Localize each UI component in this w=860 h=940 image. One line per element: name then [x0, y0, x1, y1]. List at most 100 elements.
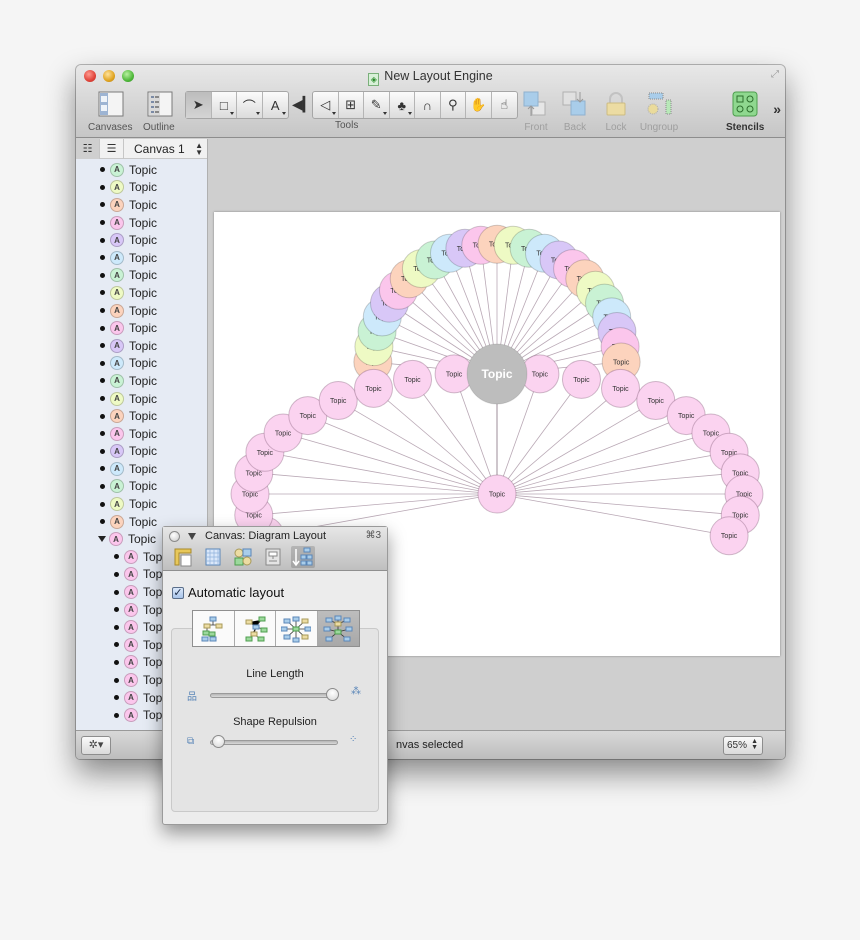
- layout-mode-force-directed[interactable]: [276, 611, 318, 646]
- topic-node[interactable]: Topic: [561, 359, 601, 399]
- bring-to-front-button[interactable]: Front: [521, 91, 551, 133]
- topic-node-label[interactable]: Topic: [257, 450, 274, 457]
- tab-layers[interactable]: [231, 546, 255, 568]
- text-shape-badge-icon: A: [124, 673, 138, 688]
- selection-arrow-tool-button[interactable]: ➤: [186, 92, 212, 118]
- topic-node[interactable]: Topic: [318, 381, 358, 421]
- hub-topic-label[interactable]: Topic: [489, 492, 506, 499]
- tab-canvas-type[interactable]: [261, 546, 285, 568]
- outline-row[interactable]: A Topic: [76, 196, 207, 214]
- text-shape-badge-icon: A: [110, 303, 124, 318]
- topic-node-label[interactable]: Topic: [300, 413, 317, 420]
- text-shape-badge-icon: A: [124, 708, 138, 723]
- magnet-tool-button[interactable]: ∩: [415, 92, 441, 118]
- tab-grid[interactable]: [201, 546, 225, 568]
- topic-node-label[interactable]: Topic: [648, 398, 665, 405]
- outline-row[interactable]: A Topic: [76, 284, 207, 302]
- topic-node-label[interactable]: Topic: [612, 386, 629, 393]
- hand-tool-tool-button[interactable]: ✋: [466, 92, 492, 118]
- selection-arrow-icon: ➤: [192, 97, 204, 112]
- inspector-close-button[interactable]: [169, 531, 180, 542]
- layout-mode-mixed[interactable]: [235, 611, 276, 646]
- text-tool-tool-button[interactable]: A: [263, 92, 289, 118]
- outline-row[interactable]: A Topic: [76, 460, 207, 478]
- tab-canvas-size[interactable]: [171, 546, 195, 568]
- browse-tool-tool-button[interactable]: ☝: [492, 92, 518, 118]
- topic-node-label[interactable]: Topic: [613, 360, 630, 367]
- topic-node[interactable]: Topic: [354, 368, 393, 408]
- outline-row[interactable]: A Topic: [76, 390, 207, 408]
- topic-node-label[interactable]: Topic: [404, 377, 421, 384]
- tools-label: Tools: [335, 120, 359, 131]
- topic-node-label[interactable]: Topic: [721, 533, 738, 540]
- layout-mode-hierarchical[interactable]: [193, 611, 235, 646]
- topic-node-label[interactable]: Topic: [678, 413, 695, 420]
- topic-node-label[interactable]: Topic: [446, 371, 463, 378]
- toolbar-overflow-button[interactable]: »: [773, 101, 781, 117]
- automatic-layout-checkbox[interactable]: ✓ Automatic layout: [172, 585, 284, 600]
- outline-row[interactable]: A Topic: [76, 478, 207, 496]
- outline-row[interactable]: A Topic: [76, 372, 207, 390]
- shape-repulsion-slider-knob[interactable]: [212, 735, 225, 748]
- outline-row[interactable]: A Topic: [76, 495, 207, 513]
- action-menu-button[interactable]: ✲▾: [81, 736, 111, 755]
- stencils-button[interactable]: Stencils: [726, 91, 764, 133]
- diagram-tool-tool-button[interactable]: ⊞: [339, 92, 364, 118]
- topic-node[interactable]: Topic: [601, 368, 640, 408]
- outline-row[interactable]: A Topic: [76, 214, 207, 232]
- style-brush-tool-button[interactable]: ✎: [364, 92, 390, 118]
- outline-row[interactable]: A Topic: [76, 355, 207, 373]
- zoom-tool-tool-button[interactable]: ⚲: [441, 92, 466, 118]
- topic-node[interactable]: Topic: [709, 516, 749, 556]
- disclosure-triangle-icon[interactable]: [98, 536, 106, 543]
- topic-node[interactable]: Topic: [393, 359, 433, 399]
- ungroup-button[interactable]: Ungroup: [639, 91, 679, 133]
- point-editor-tool-button[interactable]: ◁: [313, 92, 339, 118]
- outline-row[interactable]: A Topic: [76, 179, 207, 197]
- point-editor-icon: ◁: [320, 97, 331, 112]
- topic-node-label[interactable]: Topic: [573, 377, 590, 384]
- line-length-slider[interactable]: [210, 688, 339, 701]
- line-length-slider-knob[interactable]: [326, 688, 339, 701]
- collapse-triangle-icon[interactable]: [188, 533, 196, 540]
- root-topic-node[interactable]: Topic: [466, 343, 528, 405]
- tab-diagram-layout[interactable]: [291, 546, 315, 568]
- topic-node-label[interactable]: Topic: [242, 492, 259, 499]
- topic-node-label[interactable]: Topic: [330, 398, 347, 405]
- outline-button[interactable]: Outline: [143, 91, 175, 133]
- topic-node-label[interactable]: Topic: [532, 371, 549, 378]
- topic-node-label[interactable]: Topic: [246, 470, 263, 477]
- layout-mode-radial[interactable]: [317, 611, 359, 646]
- root-topic-label[interactable]: Topic: [481, 367, 512, 381]
- outline-row[interactable]: A Topic: [76, 231, 207, 249]
- send-to-back-button[interactable]: Back: [560, 91, 590, 133]
- outline-row[interactable]: A Topic: [76, 319, 207, 337]
- outline-row-label: Topic: [129, 268, 158, 283]
- bullet-icon: [100, 396, 105, 402]
- rubber-stamp-tool-button[interactable]: ♣: [390, 92, 415, 118]
- outline-row[interactable]: A Topic: [76, 443, 207, 461]
- shape-tool-tool-button[interactable]: □: [212, 92, 237, 118]
- topic-node-label[interactable]: Topic: [246, 513, 263, 520]
- canvases-button[interactable]: Canvases: [88, 91, 132, 133]
- stencils-icon: [732, 91, 758, 117]
- outline-row[interactable]: A Topic: [76, 302, 207, 320]
- inspector-header: Canvas: Diagram Layout ⌘3: [163, 527, 387, 571]
- fullscreen-icon[interactable]: ⤢: [771, 69, 779, 80]
- topic-node-label[interactable]: Topic: [703, 431, 720, 438]
- zoom-level-selector[interactable]: 65% ▲ ▼: [723, 736, 763, 755]
- line-tool-tool-button[interactable]: ⌒: [237, 92, 263, 118]
- hub-topic-node[interactable]: Topic: [477, 474, 517, 514]
- outline-row[interactable]: A Topic: [76, 161, 207, 179]
- topic-node-label[interactable]: Topic: [275, 431, 292, 438]
- collapse-tools-icon[interactable]: ◀▎: [292, 96, 314, 113]
- shape-repulsion-slider[interactable]: [210, 735, 338, 748]
- topic-node-label[interactable]: Topic: [365, 386, 382, 393]
- outline-row[interactable]: A Topic: [76, 425, 207, 443]
- outline-row[interactable]: A Topic: [76, 267, 207, 285]
- text-shape-badge-icon: A: [110, 197, 124, 212]
- lock-button[interactable]: Lock: [601, 91, 631, 133]
- outline-row[interactable]: A Topic: [76, 407, 207, 425]
- outline-row[interactable]: A Topic: [76, 249, 207, 267]
- outline-row[interactable]: A Topic: [76, 337, 207, 355]
